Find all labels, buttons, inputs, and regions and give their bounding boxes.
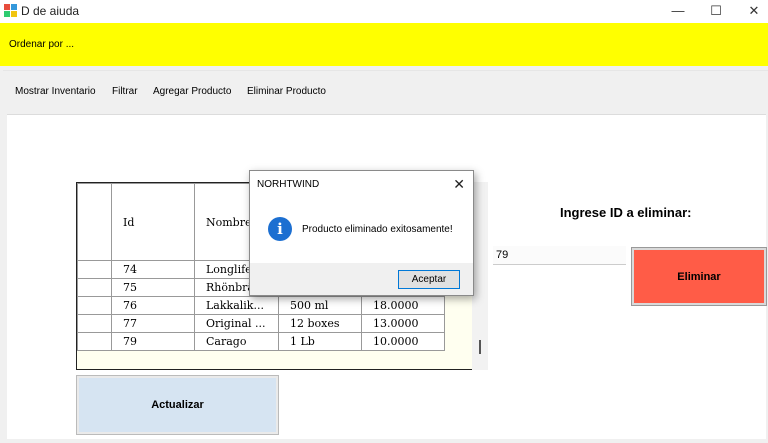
table-row[interactable]: 76 Lakkalik... 500 ml 18.0000 [77,296,445,315]
column-header-id[interactable]: Id [111,183,195,261]
dialog-message: Producto eliminado exitosamente! [302,224,453,235]
row-header[interactable] [77,332,112,351]
scrollbar-thumb[interactable] [479,340,481,354]
menu-show-inventory[interactable]: Mostrar Inventario [15,86,96,97]
cell-id[interactable]: 76 [111,296,195,315]
refresh-button[interactable]: Actualizar [76,375,279,435]
row-header-corner [77,183,112,261]
cell-quantity[interactable]: 1 Lb [278,332,362,351]
cell-id[interactable]: 79 [111,332,195,351]
row-header[interactable] [77,314,112,333]
delete-button[interactable]: Eliminar [631,247,767,306]
row-header[interactable] [77,296,112,315]
cell-name[interactable]: Original ... [194,314,279,333]
title-bar: D de aiuda — ☐ ✕ [0,0,768,23]
close-icon[interactable]: ✕ [736,0,768,23]
cell-name[interactable]: Lakkalik... [194,296,279,315]
ok-button[interactable]: Aceptar [398,270,460,289]
dialog-close-icon[interactable]: ✕ [453,176,465,193]
app-window: D de aiuda — ☐ ✕ Ordenar por ... Mostrar… [0,0,768,443]
window-title: D de aiuda [21,4,80,18]
cell-id[interactable]: 74 [111,260,195,279]
dialog-footer: Aceptar [250,263,473,295]
app-icon [4,4,18,18]
cell-price[interactable]: 18.0000 [361,296,445,315]
cell-quantity[interactable]: 12 boxes [278,314,362,333]
menu-add-product[interactable]: Agregar Producto [153,86,231,97]
grid-scrollbar[interactable] [472,182,488,370]
cell-quantity[interactable]: 500 ml [278,296,362,315]
menu-filter[interactable]: Filtrar [112,86,138,97]
row-header[interactable] [77,278,112,297]
table-row[interactable]: 77 Original ... 12 boxes 13.0000 [77,314,445,333]
maximize-icon[interactable]: ☐ [698,0,734,23]
cell-name[interactable]: Carago [194,332,279,351]
menu-bar: Mostrar Inventario Filtrar Agregar Produ… [3,70,768,111]
row-header[interactable] [77,260,112,279]
delete-prompt-label: Ingrese ID a eliminar: [560,205,692,220]
minimize-icon[interactable]: — [660,0,696,23]
cell-price[interactable]: 10.0000 [361,332,445,351]
menu-delete-product[interactable]: Eliminar Producto [247,86,326,97]
order-by-menu[interactable]: Ordenar por ... [9,39,74,50]
order-bar: Ordenar por ... [0,23,768,66]
cell-price[interactable]: 13.0000 [361,314,445,333]
message-dialog: NORHTWIND ✕ i Producto eliminado exitosa… [249,170,474,296]
table-row[interactable]: 79 Carago 1 Lb 10.0000 [77,332,445,351]
info-icon: i [268,217,292,241]
dialog-title: NORHTWIND [257,179,320,190]
cell-id[interactable]: 77 [111,314,195,333]
cell-id[interactable]: 75 [111,278,195,297]
delete-id-input[interactable] [493,246,626,265]
